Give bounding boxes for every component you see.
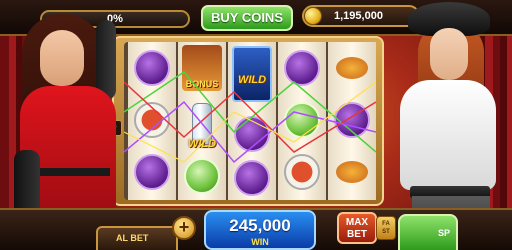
max-bet-button[interactable]: MAX BET <box>337 212 377 244</box>
lobster-icon <box>336 161 368 183</box>
symbol-orange-food <box>332 46 372 90</box>
cowgirl-face <box>430 28 468 80</box>
broom-icon <box>134 154 170 190</box>
fast-spin-button[interactable]: FA ST <box>376 216 396 240</box>
symbol-green-broom <box>282 98 322 142</box>
plate-icon <box>134 102 170 138</box>
symbol-purple-city <box>282 46 322 90</box>
plate-icon <box>284 154 320 190</box>
max-bet-line2: BET <box>347 229 367 240</box>
symbol-purple-ball <box>232 112 272 156</box>
wild-bottle-icon: WILD <box>232 46 272 102</box>
win-label: WIN <box>251 237 269 247</box>
increase-bet-button[interactable]: + <box>172 216 196 240</box>
lobster-icon <box>336 57 368 79</box>
reels-area: BONUS WILD WILD <box>124 42 376 200</box>
fast-line2: ST <box>382 229 390 235</box>
plate-icon <box>184 158 220 194</box>
buy-coins-button[interactable]: BUY COINS <box>201 5 293 31</box>
symbol-purple-broom <box>332 98 372 142</box>
reel-5 <box>328 42 376 200</box>
symbol-orange-food <box>332 150 372 194</box>
symbol-purple-ball <box>232 156 272 200</box>
symbol-red-plate <box>132 98 172 142</box>
broom-icon <box>284 102 320 138</box>
city-icon <box>284 50 320 86</box>
symbol-bonus: BONUS <box>182 44 222 92</box>
symbol-wild: WILD <box>182 96 222 152</box>
wild-label: WILD <box>237 74 267 86</box>
woman-red-face <box>40 30 84 86</box>
reel-4 <box>278 42 326 200</box>
reel-2: BONUS WILD <box>178 42 226 200</box>
total-bet-panel: AL BET <box>96 226 178 250</box>
win-display: 245,000 WIN <box>204 210 316 250</box>
disco-ball-icon <box>234 160 270 196</box>
wild-label: WILD <box>187 138 217 150</box>
reel-3: WILD <box>228 42 276 200</box>
symbol-green-plate <box>182 154 222 198</box>
coin-icon <box>304 7 322 25</box>
woman-red-belt <box>30 168 110 176</box>
reel-1 <box>128 42 176 200</box>
fast-line1: FA <box>382 221 390 227</box>
max-bet-line1: MAX <box>345 217 369 228</box>
symbol-red-plate <box>282 150 322 194</box>
monkey-bonus-icon: BONUS <box>182 45 222 91</box>
cowgirl-shirt <box>400 80 496 190</box>
disco-ball-icon <box>234 116 270 152</box>
broom-icon <box>334 102 370 138</box>
bonus-label: BONUS <box>185 79 219 89</box>
win-value: 245,000 <box>229 216 291 235</box>
spin-button[interactable]: SP <box>398 214 458 250</box>
broom-icon <box>134 50 170 86</box>
total-bet-label: AL BET <box>116 233 149 243</box>
symbol-purple-broom <box>132 46 172 90</box>
symbol-purple-broom <box>132 150 172 194</box>
symbol-wild: WILD <box>232 44 272 104</box>
